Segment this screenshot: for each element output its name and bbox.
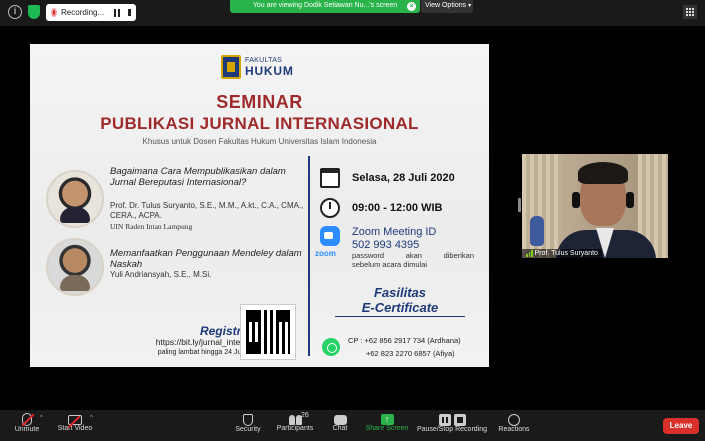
faculty-label: FAKULTAS (245, 57, 283, 64)
participant-name: Prof. Tulus Suryanto (534, 250, 598, 257)
unmute-button[interactable]: Unmute (10, 412, 44, 440)
meeting-toolbar: Unmute ^ Start Video ^ Security Particip… (0, 410, 705, 441)
security-label: Security (235, 426, 261, 433)
start-video-button[interactable]: Start Video (55, 412, 95, 440)
zoom-logo-icon (320, 226, 340, 246)
stop-icon (453, 414, 466, 426)
faculty-name: HUKUM (245, 64, 294, 78)
headset-icon (572, 192, 580, 208)
video-off-camera-icon (67, 415, 82, 429)
chat-label: Chat (332, 425, 348, 432)
participants-label: Participants (276, 425, 314, 432)
audio-signal-icon (526, 250, 533, 257)
participants-icon (288, 415, 302, 425)
pause-stop-recording-label: Pause/Stop Recording (416, 426, 488, 433)
share-screen-button[interactable]: ↑ Share Screen (364, 412, 410, 440)
event-date: Selasa, 28 Juli 2020 (352, 172, 455, 184)
password-note-line2: sebelum acara dimulai (352, 260, 428, 269)
share-screen-arrow-icon: ↑ (380, 414, 394, 425)
speaker1-photo (46, 170, 104, 228)
contact-person-2: +62 823 2270 6857 (Afiya) (366, 349, 455, 358)
emoji-reaction-icon (508, 414, 520, 426)
banner-close-icon[interactable]: × (407, 2, 416, 11)
talk1-institution: UIN Raden Intan Lampung (110, 222, 193, 231)
gallery-view-grid-icon[interactable] (683, 5, 697, 19)
seminar-title: SEMINAR (216, 92, 303, 112)
pause-stop-recording-button[interactable]: Pause/Stop Recording (416, 412, 488, 440)
password-word-akan: akan (405, 251, 422, 260)
talk2-question: Memanfaatkan Penggunaan Mendeley dalam N… (110, 248, 302, 270)
viewing-screen-banner: You are viewing Dodik Setiawan Nu...'s s… (230, 0, 420, 13)
chat-button[interactable]: Chat (328, 412, 352, 440)
participant-name-tag: Prof. Tulus Suryanto (522, 249, 602, 258)
share-screen-label: Share Screen (365, 425, 409, 432)
security-button[interactable]: Security (232, 412, 264, 440)
leave-button[interactable]: Leave (663, 418, 699, 434)
seminar-subtitle: Khusus untuk Dosen Fakultas Hukum Univer… (142, 137, 377, 146)
unmute-label: Unmute (14, 426, 40, 433)
record-dot-icon (51, 8, 58, 17)
zoom-meeting-label: Zoom Meeting ID (352, 226, 437, 238)
participant-hair (578, 162, 628, 184)
seminar-topic: PUBLIKASI JURNAL INTERNASIONAL (100, 114, 419, 133)
zoom-meeting-window: i Recording... You are viewing Dodik Set… (0, 0, 705, 441)
start-video-label: Start Video (57, 425, 93, 432)
calendar-icon (320, 168, 340, 188)
background-vase (530, 216, 544, 246)
view-options-label: View Options (425, 2, 467, 9)
audio-options-caret-icon[interactable]: ^ (40, 415, 43, 421)
talk1-speaker: Prof. Dr. Tulus Suryanto, S.E., M.M., A.… (110, 201, 304, 220)
pause-icon (438, 414, 451, 426)
video-panel-resize-handle[interactable] (518, 198, 521, 212)
chat-bubble-icon (333, 415, 347, 425)
zoom-meeting-id: 502 993 4395 (352, 239, 420, 251)
password-word-diberikan: diberikan (443, 251, 474, 260)
reactions-label: Reactions (498, 426, 530, 433)
recording-indicator: Recording... (46, 4, 136, 21)
participants-count: 26 (301, 412, 309, 419)
shared-screen-slide: FAKULTAS HUKUM SEMINAR PUBLIKASI JURNAL … (30, 44, 489, 367)
headset-icon (626, 192, 634, 208)
talk1-question: Bagaimana Cara Mempublikasikan dalam Jur… (110, 166, 286, 188)
whatsapp-icon (322, 338, 340, 356)
participant-video-tile[interactable]: Prof. Tulus Suryanto (522, 154, 668, 258)
facility-heading: Fasilitas (373, 285, 427, 300)
muted-microphone-icon (21, 413, 35, 427)
security-shield-icon (243, 414, 253, 426)
slide-divider (308, 156, 310, 356)
password-word: password (352, 251, 385, 260)
reactions-button[interactable]: Reactions (496, 412, 532, 440)
password-note-line1: password akan diberikan (352, 251, 474, 260)
chevron-down-icon: ▾ (468, 3, 472, 9)
pause-recording-icon[interactable] (114, 8, 121, 17)
view-options-button[interactable]: View Options ▾ (421, 0, 473, 13)
talk2-speaker: Yuli Andriansyah, S.E., M.Si. (110, 270, 212, 279)
contact-person-1: CP : +62 856 2917 734 (Ardhana) (348, 336, 461, 345)
video-options-caret-icon[interactable]: ^ (90, 415, 93, 421)
university-logo (221, 55, 241, 79)
clock-icon (320, 198, 340, 218)
event-time: 09:00 - 12:00 WIB (352, 202, 443, 214)
registration-qr-code (240, 304, 296, 360)
e-certificate-underline (335, 316, 465, 317)
recording-label: Recording... (61, 8, 105, 17)
speaker2-photo (46, 238, 104, 296)
participants-button[interactable]: Participants (274, 412, 316, 440)
stop-recording-icon[interactable] (128, 9, 131, 16)
encryption-shield-icon[interactable] (28, 5, 40, 19)
e-certificate-label: E-Certificate (361, 300, 439, 315)
info-icon[interactable]: i (8, 5, 22, 19)
zoom-wordmark: zoom (315, 249, 336, 258)
top-bar: i Recording... You are viewing Dodik Set… (0, 0, 705, 26)
